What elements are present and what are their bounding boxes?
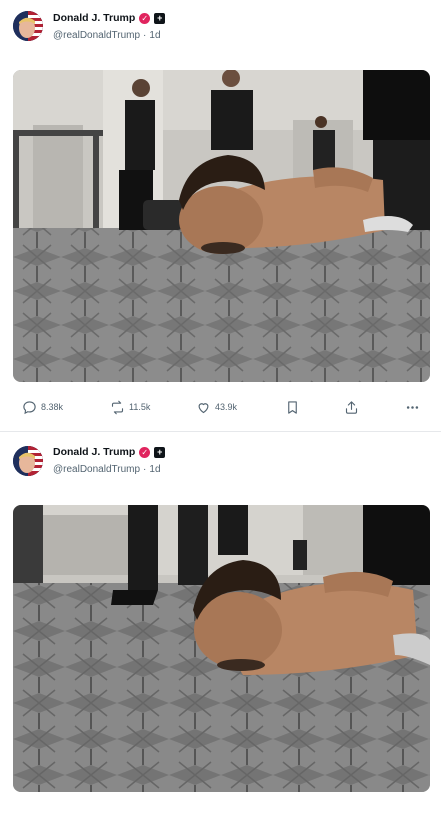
heart-icon <box>198 402 209 413</box>
more-button[interactable] <box>405 397 420 417</box>
reply-button[interactable]: 8.38k <box>22 397 63 417</box>
comment-icon <box>23 400 36 414</box>
verified-badge-icon: ✓ <box>139 12 151 24</box>
post-time[interactable]: 1d <box>149 464 160 475</box>
like-button[interactable]: 43.9k <box>196 397 237 417</box>
post-photo[interactable] <box>13 70 430 382</box>
post-actions: 8.38k 11.5k 43.9k <box>0 397 441 417</box>
post-photo[interactable] <box>13 505 430 792</box>
affiliate-badge-icon: + <box>154 446 166 458</box>
post-time[interactable]: 1d <box>149 30 160 41</box>
author-name[interactable]: Donald J. Trump <box>53 12 135 24</box>
repost-count: 11.5k <box>129 402 151 412</box>
share-button[interactable] <box>344 397 359 417</box>
author-avatar[interactable] <box>13 446 43 476</box>
repost-button[interactable]: 11.5k <box>110 397 150 417</box>
author-name[interactable]: Donald J. Trump <box>53 446 135 458</box>
verified-badge-icon: ✓ <box>139 446 151 458</box>
share-icon <box>345 400 358 414</box>
post[interactable]: Donald J. Trump ✓ + @realDonaldTrump · 1d <box>0 0 441 432</box>
reply-count: 8.38k <box>41 402 64 412</box>
bookmark-button[interactable] <box>285 397 300 417</box>
repost-icon <box>111 400 124 414</box>
like-count: 43.9k <box>215 402 238 412</box>
author-handle[interactable]: @realDonaldTrump <box>53 464 140 475</box>
author-handle[interactable]: @realDonaldTrump <box>53 30 140 41</box>
affiliate-badge-icon: + <box>154 12 166 24</box>
more-icon <box>406 405 419 409</box>
author-avatar[interactable] <box>13 11 43 41</box>
post[interactable]: Donald J. Trump ✓ + @realDonaldTrump · 1d <box>0 432 441 819</box>
bookmark-icon <box>288 400 297 414</box>
